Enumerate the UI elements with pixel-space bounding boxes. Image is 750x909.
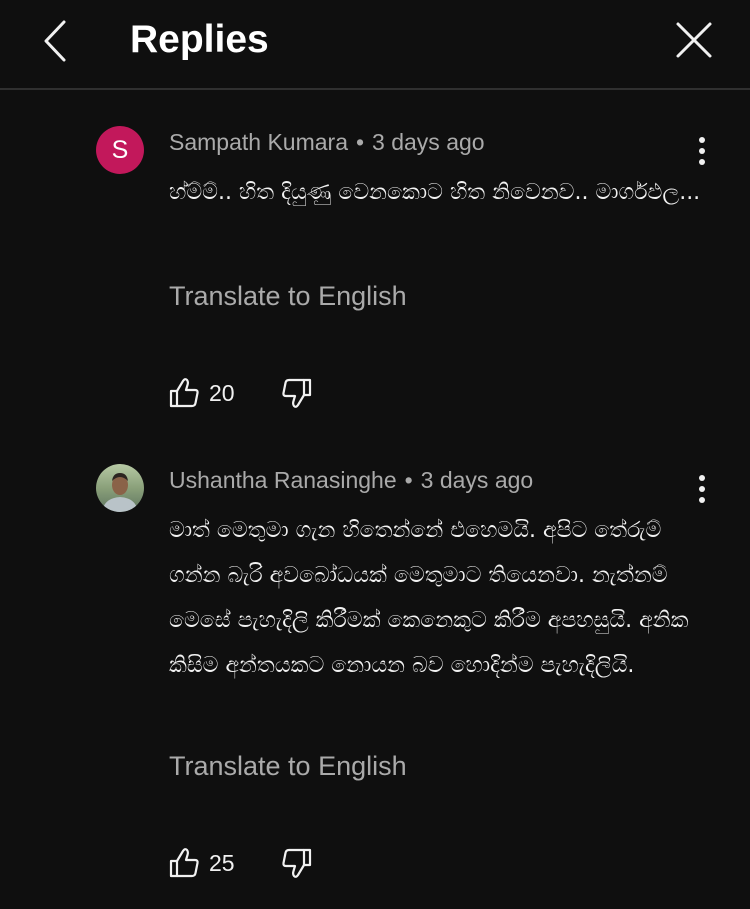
comment-text: හ්ම්ම්.. හිත දියුණු වෙනකොට හිත නිවෙනව.. …	[169, 180, 701, 205]
timestamp: 3 days ago	[420, 467, 534, 493]
page-title: Replies	[130, 18, 269, 61]
thumbs-down-icon	[282, 378, 312, 408]
replies-header: Replies	[0, 0, 750, 90]
dislike-button[interactable]	[279, 845, 315, 881]
thumbs-down-icon	[282, 848, 312, 878]
comment-text: මාත් මෙතුමා ගැන හිතෙන්නේ එහෙමයි. අපිට තේ…	[169, 518, 689, 678]
more-vertical-icon	[699, 475, 705, 503]
translate-button[interactable]: Translate to English	[169, 278, 407, 314]
thumbs-up-icon	[169, 378, 199, 408]
more-options-button[interactable]	[688, 134, 716, 168]
author-name[interactable]: Ushantha Ranasinghe	[169, 467, 397, 493]
back-button[interactable]	[36, 18, 76, 64]
chevron-left-icon	[44, 20, 66, 62]
like-button[interactable]	[166, 845, 202, 881]
like-button[interactable]	[166, 375, 202, 411]
translate-button[interactable]: Translate to English	[169, 748, 407, 784]
comment-meta: Ushantha Ranasinghe • 3 days ago	[169, 464, 533, 496]
like-count: 25	[209, 850, 235, 876]
close-icon	[676, 22, 712, 58]
thumbs-up-icon	[169, 848, 199, 878]
reply-item: Ushantha Ranasinghe • 3 days ago මාත් මෙතු…	[0, 464, 750, 894]
dislike-button[interactable]	[279, 375, 315, 411]
avatar[interactable]: S	[96, 126, 144, 174]
meta-separator: •	[404, 467, 413, 493]
avatar-photo	[96, 464, 144, 512]
more-vertical-icon	[699, 137, 705, 165]
timestamp: 3 days ago	[372, 129, 485, 155]
author-name[interactable]: Sampath Kumara	[169, 129, 348, 155]
like-count: 20	[209, 380, 235, 406]
more-options-button[interactable]	[688, 472, 716, 506]
reply-item: S Sampath Kumara • 3 days ago හ්ම්ම්.. හිත…	[0, 126, 750, 416]
meta-separator: •	[355, 129, 365, 155]
comment-meta: Sampath Kumara • 3 days ago	[169, 126, 485, 158]
close-button[interactable]	[672, 18, 716, 62]
avatar[interactable]	[96, 464, 144, 512]
